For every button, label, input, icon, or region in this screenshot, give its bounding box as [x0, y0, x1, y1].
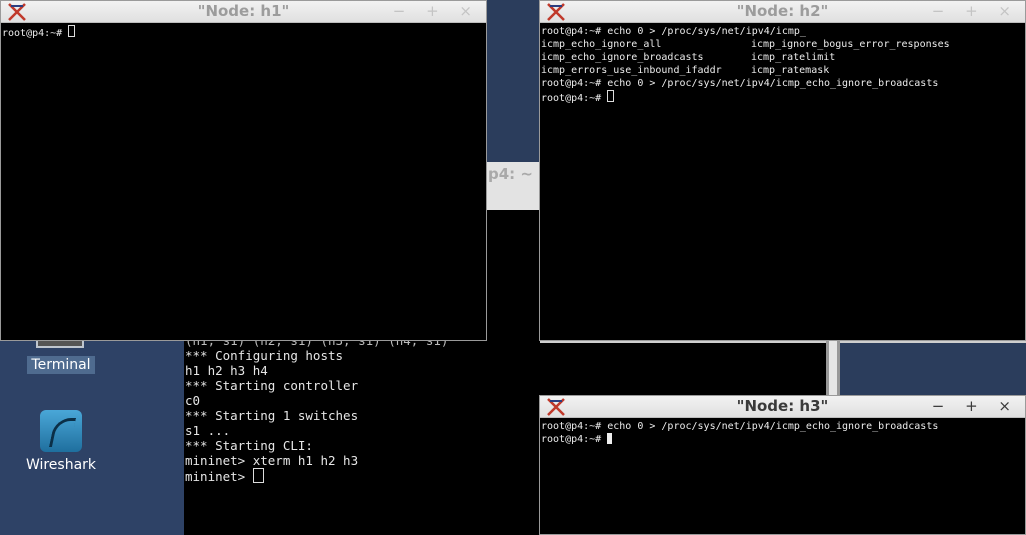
cursor: [252, 468, 264, 483]
xterm-window-h1[interactable]: "Node: h1" − + × root@p4:~#: [0, 0, 487, 341]
cursor: [607, 90, 615, 102]
xterm-window-h3[interactable]: "Node: h3" − + × root@p4:~# echo 0 > /pr…: [539, 395, 1026, 535]
scrollbar[interactable]: [826, 341, 840, 395]
desktop-area: Terminal Wireshark: [0, 336, 184, 535]
wireshark-icon: [40, 410, 82, 452]
terminal-prompt-line: root@p4:~#: [541, 90, 1024, 105]
window-controls[interactable]: − + ×: [932, 396, 1019, 416]
terminal-content[interactable]: root@p4:~# echo 0 > /proc/sys/net/ipv4/i…: [541, 420, 1024, 534]
background-window-body: [487, 210, 539, 340]
mininet-terminal[interactable]: (h1, s1) (h2, s1) (h3, s1) (h4, s1) *** …: [184, 340, 540, 535]
terminal-line: *** Starting CLI:: [185, 438, 313, 453]
cursor: [607, 433, 613, 444]
terminal-line: root@p4:~# echo 0 > /proc/sys/net/ipv4/i…: [541, 26, 806, 37]
background-window-body: [540, 343, 826, 395]
terminal-prompt-line: mininet>: [184, 468, 540, 484]
terminal-prompt-line: root@p4:~#: [541, 433, 1024, 446]
window-titlebar[interactable]: "Node: h3" − + ×: [540, 396, 1025, 418]
wireshark-desktop-icon[interactable]: Wireshark: [0, 408, 122, 474]
terminal-prompt-line: root@p4:~#: [2, 25, 485, 40]
terminal-line: (h1, s1) (h2, s1) (h3, s1) (h4, s1): [185, 340, 449, 348]
shell-prompt: root@p4:~#: [541, 434, 608, 445]
terminal-line: mininet> xterm h1 h2 h3: [185, 453, 359, 468]
completion-row: icmp_echo_ignore_all icmp_ignore_bogus_er…: [541, 39, 950, 50]
window-controls[interactable]: − + ×: [932, 1, 1019, 21]
terminal-line: h1 h2 h3 h4: [185, 363, 268, 378]
completion-row: icmp_echo_ignore_broadcasts icmp_ratelimi…: [541, 52, 836, 63]
completion-row: icmp_errors_use_inbound_ifaddr icmp_ratem…: [541, 65, 830, 76]
terminal-line: *** Starting controller: [185, 378, 359, 393]
cursor: [68, 25, 76, 37]
terminal-content[interactable]: root@p4:~# echo 0 > /proc/sys/net/ipv4/i…: [541, 25, 1024, 340]
shell-prompt: root@p4:~#: [2, 28, 69, 39]
terminal-desktop-icon[interactable]: Terminal: [0, 336, 122, 374]
shell-prompt: root@p4:~#: [541, 93, 608, 104]
terminal-line: root@p4:~# echo 0 > /proc/sys/net/ipv4/i…: [541, 421, 939, 432]
wireshark-icon-label: Wireshark: [25, 457, 97, 473]
window-controls[interactable]: − + ×: [393, 1, 480, 21]
terminal-line: c0: [185, 393, 201, 408]
mininet-prompt: mininet>: [185, 469, 253, 484]
terminal-content[interactable]: root@p4:~#: [2, 25, 485, 340]
terminal-line: s1 ...: [185, 423, 231, 438]
window-titlebar[interactable]: "Node: h1" − + ×: [1, 1, 486, 23]
xterm-window-h2[interactable]: "Node: h2" − + × root@p4:~# echo 0 > /pr…: [539, 0, 1026, 341]
terminal-icon-label: Terminal: [27, 356, 95, 374]
terminal-line: *** Configuring hosts: [185, 348, 344, 363]
background-window-title[interactable]: p4: ~: [487, 162, 539, 210]
terminal-line: *** Starting 1 switches: [185, 408, 359, 423]
terminal-line: root@p4:~# echo 0 > /proc/sys/net/ipv4/i…: [541, 78, 939, 89]
window-titlebar[interactable]: "Node: h2" − + ×: [540, 1, 1025, 23]
